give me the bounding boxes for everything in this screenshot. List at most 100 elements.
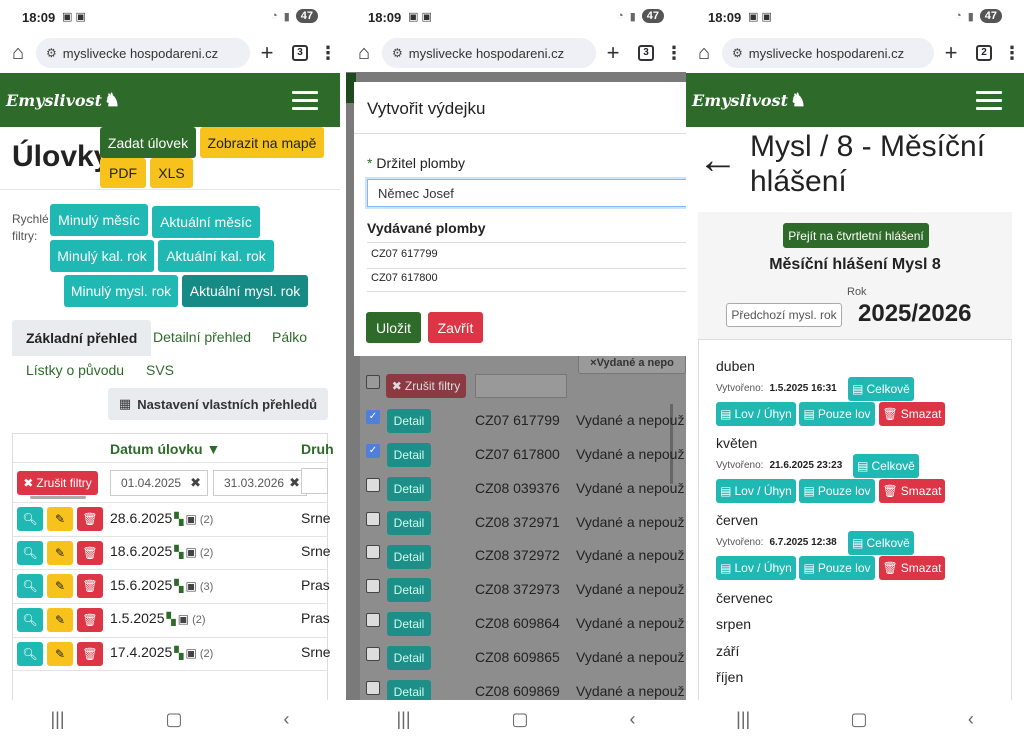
- code-filter-input[interactable]: [475, 374, 567, 398]
- hunt-death-button[interactable]: ▤ Lov / Úhyn: [716, 479, 796, 503]
- filter-last-month[interactable]: Minulý měsíc: [50, 204, 148, 236]
- row-checkbox[interactable]: [366, 647, 380, 661]
- filter-last-hunt-year[interactable]: Minulý mysl. rok: [64, 275, 178, 307]
- row-checkbox[interactable]: ✓: [366, 444, 380, 458]
- total-button[interactable]: ▤ Celkově: [853, 454, 919, 478]
- total-button[interactable]: ▤ Celkově: [848, 377, 914, 401]
- edit-icon[interactable]: ✎: [47, 642, 73, 666]
- view-icon[interactable]: 🔍︎: [17, 541, 43, 565]
- view-icon[interactable]: 🔍︎: [17, 642, 43, 666]
- home-icon[interactable]: ⌂: [686, 42, 722, 65]
- photo-icon[interactable]: ▣: [186, 646, 197, 660]
- map-icon[interactable]: ▚: [174, 545, 183, 559]
- previous-year-button[interactable]: Předchozí mysl. rok: [726, 303, 842, 327]
- filter-this-cal-year[interactable]: Aktuální kal. rok: [158, 240, 274, 272]
- delete-icon[interactable]: 🗑︎: [77, 642, 103, 666]
- kind-filter-input[interactable]: [301, 468, 328, 494]
- address-bar[interactable]: ⚙ myslivecke hospodareni.cz: [722, 38, 934, 68]
- map-icon[interactable]: ▚: [167, 612, 176, 626]
- map-icon[interactable]: ▚: [174, 646, 183, 660]
- site-settings-icon[interactable]: ⚙: [392, 46, 403, 60]
- col-header-kind[interactable]: Druh: [301, 441, 334, 457]
- hunt-death-button[interactable]: ▤ Lov / Úhyn: [716, 556, 796, 580]
- add-catch-button[interactable]: Zadat úlovek: [100, 127, 196, 158]
- clear-icon[interactable]: ✖: [289, 475, 300, 491]
- back-arrow-icon[interactable]: ←: [698, 140, 738, 180]
- home-icon[interactable]: ⌂: [346, 42, 382, 65]
- row-checkbox[interactable]: [366, 512, 380, 526]
- map-icon[interactable]: ▚: [174, 512, 183, 526]
- hunt-only-button[interactable]: ▤ Pouze lov: [799, 402, 875, 426]
- new-tab-icon[interactable]: +: [934, 40, 968, 66]
- edit-icon[interactable]: ✎: [47, 574, 73, 598]
- tab-palko[interactable]: Pálko: [272, 329, 307, 345]
- view-icon[interactable]: 🔍︎: [17, 507, 43, 531]
- xls-button[interactable]: XLS: [150, 158, 193, 188]
- tab-origin-certificates[interactable]: Lístky o původu: [26, 362, 124, 378]
- delete-button[interactable]: 🗑︎ Smazat: [879, 479, 945, 503]
- tab-count[interactable]: 2: [976, 45, 992, 61]
- site-logo[interactable]: Emyslivost ♞: [6, 90, 120, 111]
- filter-this-month[interactable]: Aktuální měsíc: [152, 206, 260, 238]
- tab-basic-overview[interactable]: Základní přehled: [12, 320, 152, 356]
- holder-input[interactable]: Němec Josef: [367, 179, 686, 207]
- clear-filters-button[interactable]: ✖ Zrušit filtry: [17, 471, 98, 495]
- row-checkbox[interactable]: [366, 545, 380, 559]
- view-icon[interactable]: 🔍︎: [17, 574, 43, 598]
- tab-count[interactable]: 3: [638, 45, 654, 61]
- edit-icon[interactable]: ✎: [47, 608, 73, 632]
- delete-button[interactable]: 🗑︎ Smazat: [879, 556, 945, 580]
- delete-icon[interactable]: 🗑︎: [77, 507, 103, 531]
- recent-apps-icon[interactable]: |||: [396, 709, 410, 730]
- row-checkbox[interactable]: [366, 478, 380, 492]
- delete-button[interactable]: 🗑︎ Smazat: [879, 402, 945, 426]
- view-icon[interactable]: 🔍︎: [17, 608, 43, 632]
- site-settings-icon[interactable]: ⚙: [46, 46, 57, 60]
- filter-last-cal-year[interactable]: Minulý kal. rok: [50, 240, 154, 272]
- save-button[interactable]: Uložit: [366, 312, 421, 343]
- date-to-input[interactable]: 31.03.2026 ✖: [213, 470, 307, 496]
- delete-icon[interactable]: 🗑︎: [77, 574, 103, 598]
- detail-button[interactable]: Detail: [387, 477, 431, 501]
- close-button[interactable]: Zavřít: [428, 312, 483, 343]
- photo-icon[interactable]: ▣: [186, 512, 197, 526]
- recent-apps-icon[interactable]: |||: [736, 709, 750, 730]
- row-checkbox[interactable]: [366, 579, 380, 593]
- home-nav-icon[interactable]: ▢: [512, 709, 529, 730]
- detail-button[interactable]: Detail: [387, 612, 431, 636]
- hunt-only-button[interactable]: ▤ Pouze lov: [799, 556, 875, 580]
- col-header-date[interactable]: Datum úlovku ▼: [110, 441, 220, 457]
- pdf-button[interactable]: PDF: [100, 158, 146, 188]
- detail-button[interactable]: Detail: [387, 443, 431, 467]
- detail-button[interactable]: Detail: [387, 511, 431, 535]
- show-map-button[interactable]: Zobrazit na mapě: [200, 127, 324, 158]
- home-nav-icon[interactable]: ▢: [851, 709, 868, 730]
- detail-button[interactable]: Detail: [387, 545, 431, 569]
- total-button[interactable]: ▤ Celkově: [848, 531, 914, 555]
- hunt-only-button[interactable]: ▤ Pouze lov: [799, 479, 875, 503]
- home-icon[interactable]: ⌂: [0, 42, 36, 65]
- tab-count[interactable]: 3: [292, 45, 308, 61]
- more-menu-icon[interactable]: ⋮: [1000, 43, 1024, 64]
- row-checkbox[interactable]: [366, 681, 380, 695]
- back-nav-icon[interactable]: ‹: [630, 709, 636, 730]
- detail-button[interactable]: Detail: [387, 646, 431, 670]
- edit-icon[interactable]: ✎: [47, 541, 73, 565]
- hunt-death-button[interactable]: ▤ Lov / Úhyn: [716, 402, 796, 426]
- row-checkbox[interactable]: [366, 613, 380, 627]
- hamburger-menu-icon[interactable]: [976, 91, 1002, 115]
- photo-icon[interactable]: ▣: [178, 612, 189, 626]
- quarterly-report-button[interactable]: Přejít na čtvrtletní hlášení: [783, 223, 929, 248]
- select-all-checkbox[interactable]: [366, 375, 380, 389]
- more-menu-icon[interactable]: ⋮: [662, 43, 686, 64]
- clear-icon[interactable]: ✖: [190, 475, 201, 491]
- detail-button[interactable]: Detail: [387, 578, 431, 602]
- address-bar[interactable]: ⚙ myslivecke hospodareni.cz: [36, 38, 250, 68]
- site-settings-icon[interactable]: ⚙: [732, 46, 743, 60]
- delete-icon[interactable]: 🗑︎: [77, 541, 103, 565]
- back-nav-icon[interactable]: ‹: [968, 709, 974, 730]
- photo-icon[interactable]: ▣: [186, 545, 197, 559]
- tab-detailed-overview[interactable]: Detailní přehled: [153, 329, 251, 345]
- delete-icon[interactable]: 🗑︎: [77, 608, 103, 632]
- map-icon[interactable]: ▚: [174, 579, 183, 593]
